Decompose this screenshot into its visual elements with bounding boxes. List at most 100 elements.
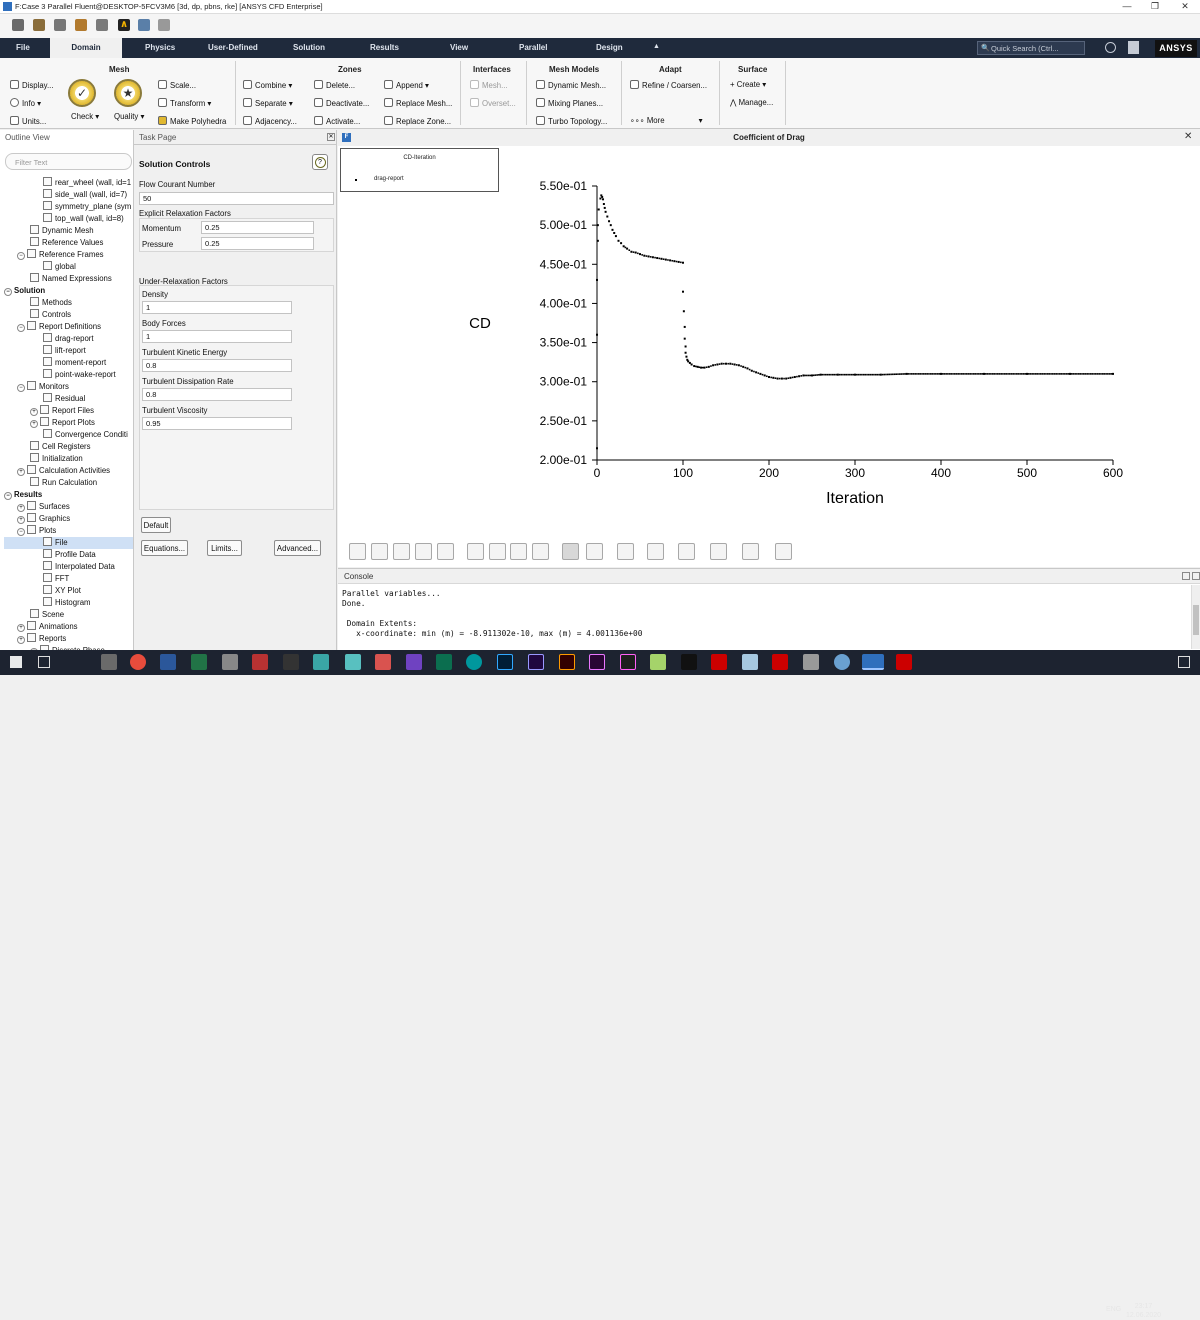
- acrobat-icon[interactable]: [896, 654, 912, 670]
- taskbar-app-icon-11[interactable]: [772, 654, 788, 670]
- outline-item[interactable]: + Surfaces: [4, 501, 133, 513]
- console-scrollbar[interactable]: [1191, 585, 1200, 649]
- outline-item[interactable]: lift-report: [4, 345, 133, 357]
- outline-item[interactable]: Controls: [4, 309, 133, 321]
- clock-icon[interactable]: [1105, 42, 1116, 53]
- tray-language[interactable]: ENG: [1106, 1306, 1121, 1313]
- animate-icon[interactable]: [620, 654, 636, 670]
- outline-item[interactable]: − Reference Frames: [4, 249, 133, 261]
- save-icon[interactable]: [54, 19, 66, 31]
- help-button[interactable]: ?: [312, 154, 328, 170]
- quality-button[interactable]: Quality ▾: [114, 112, 144, 121]
- expand-icon[interactable]: +: [17, 504, 25, 512]
- visual-studio-icon[interactable]: [406, 654, 422, 670]
- fit-to-window-icon[interactable]: [467, 543, 484, 560]
- tv-input[interactable]: 0.95: [142, 417, 292, 430]
- adjacency-button[interactable]: Adjacency...: [243, 116, 297, 126]
- body-forces-input[interactable]: 1: [142, 330, 292, 343]
- pan-icon[interactable]: [371, 543, 388, 560]
- collapse-icon[interactable]: −: [4, 288, 12, 296]
- collapse-ribbon-icon[interactable]: ▲: [653, 43, 660, 50]
- outline-item[interactable]: Run Calculation: [4, 477, 133, 489]
- collapse-icon[interactable]: −: [4, 492, 12, 500]
- outline-item[interactable]: − Solution: [4, 285, 133, 297]
- close-window-button[interactable]: ✕: [1172, 1, 1198, 12]
- interfaces-mesh-button[interactable]: Mesh...: [470, 80, 508, 90]
- expand-icon[interactable]: +: [17, 624, 25, 632]
- workbench-icon[interactable]: [222, 654, 238, 670]
- view-direction-icon[interactable]: [532, 543, 549, 560]
- taskbar-app-icon-7[interactable]: [650, 654, 666, 670]
- taskbar-app-icon-3[interactable]: [283, 654, 299, 670]
- outline-item[interactable]: XY Plot: [4, 585, 133, 597]
- outline-item[interactable]: drag-report: [4, 333, 133, 345]
- outline-item[interactable]: − Monitors: [4, 381, 133, 393]
- layout-icon[interactable]: [138, 19, 150, 31]
- replace-mesh-button[interactable]: Replace Mesh...: [384, 98, 452, 108]
- excel-icon[interactable]: [191, 654, 207, 670]
- check-button[interactable]: Check ▾: [71, 112, 99, 121]
- outline-item[interactable]: global: [4, 261, 133, 273]
- outline-item[interactable]: + Report Plots: [4, 417, 133, 429]
- outline-item[interactable]: symmetry_plane (sym: [4, 201, 133, 213]
- outline-item[interactable]: − Results: [4, 489, 133, 501]
- collapse-icon[interactable]: −: [17, 324, 25, 332]
- tab-parallel[interactable]: Parallel: [519, 43, 547, 52]
- taskbar-clock[interactable]: 23:17 12.06.2020: [1126, 1302, 1161, 1320]
- dynamic-mesh-button[interactable]: Dynamic Mesh...: [536, 80, 606, 90]
- collapse-icon[interactable]: −: [17, 252, 25, 260]
- tab-results[interactable]: Results: [370, 43, 399, 52]
- ruler-icon[interactable]: [617, 543, 634, 560]
- zoom-icon[interactable]: [489, 543, 506, 560]
- console-close-icon[interactable]: [1192, 572, 1200, 580]
- outline-item[interactable]: Methods: [4, 297, 133, 309]
- taskbar-app-icon-13[interactable]: [834, 654, 850, 670]
- chrome-icon[interactable]: [130, 654, 146, 670]
- make-polyhedra-button[interactable]: Make Polyhedra: [158, 116, 226, 126]
- read-file-icon[interactable]: [12, 19, 24, 31]
- activate-button[interactable]: Activate...: [314, 116, 360, 126]
- momentum-input[interactable]: 0.25: [201, 221, 314, 234]
- outline-item[interactable]: FFT: [4, 573, 133, 585]
- outline-item[interactable]: Scene: [4, 609, 133, 621]
- outline-item[interactable]: Residual: [4, 393, 133, 405]
- outline-item[interactable]: Interpolated Data: [4, 561, 133, 573]
- density-input[interactable]: 1: [142, 301, 292, 314]
- zoom-in-out-icon[interactable]: [393, 543, 410, 560]
- combine-button[interactable]: Combine ▾: [243, 80, 292, 90]
- outline-item[interactable]: − Report Definitions: [4, 321, 133, 333]
- outline-item[interactable]: + Animations: [4, 621, 133, 633]
- scale-button[interactable]: Scale...: [158, 80, 196, 90]
- equations-button[interactable]: Equations...: [141, 540, 188, 556]
- tke-input[interactable]: 0.8: [142, 359, 292, 372]
- separate-button[interactable]: Separate ▾: [243, 98, 293, 108]
- check-icon[interactable]: ✓: [68, 79, 96, 107]
- rotate-view-icon[interactable]: [349, 543, 366, 560]
- mouse-dolly-icon[interactable]: [586, 543, 603, 560]
- delete-zone-button[interactable]: Delete...: [314, 80, 355, 90]
- outline-item[interactable]: Reference Values: [4, 237, 133, 249]
- collapse-icon[interactable]: −: [17, 384, 25, 392]
- outline-item[interactable]: side_wall (wall, id=7): [4, 189, 133, 201]
- outline-item[interactable]: rear_wheel (wall, id=1: [4, 177, 133, 189]
- after-effects-icon[interactable]: [528, 654, 544, 670]
- outline-item[interactable]: Dynamic Mesh: [4, 225, 133, 237]
- turbo-topology-button[interactable]: Turbo Topology...: [536, 116, 607, 126]
- tab-domain[interactable]: Domain: [50, 38, 122, 58]
- flow-courant-input[interactable]: 50: [139, 192, 334, 205]
- notifications-icon[interactable]: [1178, 656, 1190, 668]
- overset-button[interactable]: Overset...: [470, 98, 516, 108]
- minimize-button[interactable]: —: [1114, 1, 1140, 11]
- task-view-icon[interactable]: [38, 656, 50, 668]
- fluent-taskbar-icon[interactable]: [862, 654, 884, 670]
- collapse-icon[interactable]: −: [17, 528, 25, 536]
- outline-item[interactable]: + Calculation Activities: [4, 465, 133, 477]
- replace-zone-button[interactable]: Replace Zone...: [384, 116, 451, 126]
- display-button[interactable]: Display...: [10, 80, 53, 90]
- outline-item[interactable]: Histogram: [4, 597, 133, 609]
- photoshop-icon[interactable]: [497, 654, 513, 670]
- deactivate-button[interactable]: Deactivate...: [314, 98, 369, 108]
- console-scroll-thumb[interactable]: [1193, 605, 1199, 635]
- tab-view[interactable]: View: [450, 43, 468, 52]
- tab-user-defined[interactable]: User-Defined: [208, 43, 258, 52]
